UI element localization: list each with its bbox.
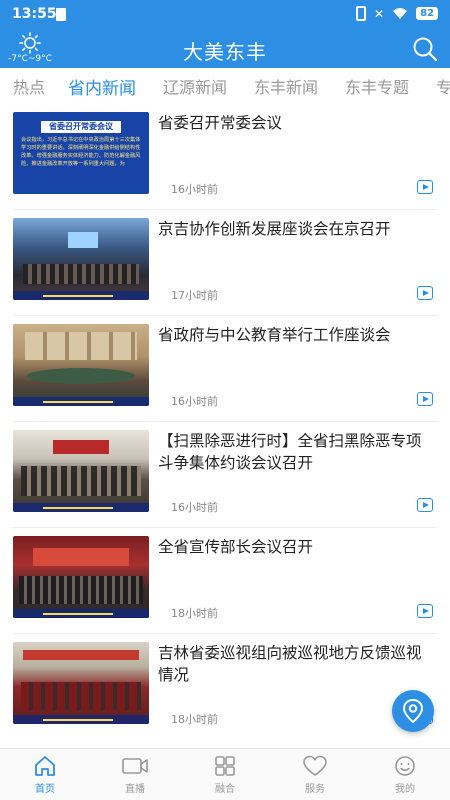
tab-hot[interactable]: 热点 <box>13 74 45 98</box>
video-play-icon <box>417 286 433 300</box>
news-item[interactable]: 吉林省委巡视组向被巡视地方反馈巡视情况 18小时前 <box>0 634 450 740</box>
video-play-icon <box>417 180 433 194</box>
news-item[interactable]: 【扫黑除恶进行时】全省扫黑除恶专项斗争集体约谈会议召开 16小时前 <box>0 422 450 528</box>
bottom-navigation: 首页 直播 融合 服务 我的 <box>0 748 450 800</box>
app-title: 大美东丰 <box>183 40 267 64</box>
battery-icon: 82 <box>416 7 438 20</box>
search-icon[interactable] <box>412 36 438 62</box>
thumb-text: 会议指出，习近平总书记在中央政治局第十三次集体学习时的重要讲话，深刻阐明深化金融… <box>21 137 141 167</box>
news-thumbnail <box>13 324 149 406</box>
news-headline: 省委召开常委会议 <box>158 114 283 132</box>
status-time: 13:55 <box>12 6 57 22</box>
no-signal-icon: ✕ <box>374 6 385 21</box>
nav-mine-label: 我的 <box>395 784 415 795</box>
news-thumbnail <box>13 536 149 618</box>
location-pin-icon <box>402 698 424 724</box>
news-item[interactable]: 省委召开常委会议 会议指出，习近平总书记在中央政治局第十三次集体学习时的重要讲话… <box>0 104 450 210</box>
tab-more[interactable]: 专 <box>436 74 450 98</box>
sim-icon <box>56 8 66 21</box>
nav-service-label: 服务 <box>305 784 325 795</box>
news-time: 18小时前 <box>171 713 218 726</box>
news-item[interactable]: 全省宣传部长会议召开 18小时前 <box>0 528 450 634</box>
news-headline: 省政府与中公教育举行工作座谈会 <box>158 326 391 344</box>
news-time: 17小时前 <box>171 289 218 302</box>
video-play-icon <box>417 498 433 512</box>
news-time: 16小时前 <box>171 183 218 196</box>
news-thumbnail: 省委召开常委会议 会议指出，习近平总书记在中央政治局第十三次集体学习时的重要讲话… <box>13 112 149 194</box>
news-list: 省委召开常委会议 会议指出，习近平总书记在中央政治局第十三次集体学习时的重要讲话… <box>0 104 450 748</box>
tab-dongfeng-special[interactable]: 东丰专题 <box>345 74 409 98</box>
nav-mine[interactable]: 我的 <box>375 755 435 795</box>
tab-province-news[interactable]: 省内新闻 <box>68 74 136 99</box>
video-camera-icon <box>122 758 148 774</box>
tab-dongfeng-news[interactable]: 东丰新闻 <box>254 74 318 98</box>
wifi-icon <box>393 7 408 19</box>
nav-live-label: 直播 <box>125 784 145 795</box>
nav-home[interactable]: 首页 <box>15 755 75 795</box>
nav-home-label: 首页 <box>35 784 55 795</box>
home-icon <box>35 756 55 776</box>
thumb-title: 省委召开常委会议 <box>41 121 121 133</box>
category-tabs: 热点 省内新闻 辽源新闻 东丰新闻 东丰专题 专 <box>0 68 450 104</box>
news-item[interactable]: 京吉协作创新发展座谈会在京召开 17小时前 <box>0 210 450 316</box>
news-time: 16小时前 <box>171 395 218 408</box>
grid-icon <box>215 756 235 776</box>
app-header: -7°C~9°C 大美东丰 <box>0 30 450 68</box>
news-headline: 京吉协作创新发展座谈会在京召开 <box>158 220 391 238</box>
news-thumbnail <box>13 218 149 300</box>
location-button[interactable] <box>392 690 434 732</box>
news-headline: 【扫黑除恶进行时】全省扫黑除恶专项斗争集体约谈会议召开 <box>158 432 422 472</box>
video-play-icon <box>417 604 433 618</box>
nav-fusion-label: 融合 <box>215 784 235 795</box>
news-thumbnail <box>13 430 149 512</box>
nav-fusion[interactable]: 融合 <box>195 755 255 795</box>
news-thumbnail <box>13 642 149 724</box>
heart-icon <box>303 755 327 776</box>
news-headline: 全省宣传部长会议召开 <box>158 538 314 556</box>
tab-liaoyuan-news[interactable]: 辽源新闻 <box>163 74 227 98</box>
news-time: 18小时前 <box>171 607 218 620</box>
news-time: 16小时前 <box>171 501 218 514</box>
news-headline: 吉林省委巡视组向被巡视地方反馈巡视情况 <box>158 644 422 684</box>
nav-live[interactable]: 直播 <box>105 755 165 795</box>
news-item[interactable]: 省政府与中公教育举行工作座谈会 16小时前 <box>0 316 450 422</box>
smiley-icon <box>395 756 415 776</box>
nav-service[interactable]: 服务 <box>285 755 345 795</box>
status-bar: 13:55 ✕ 82 <box>0 0 450 30</box>
vibrate-icon <box>356 6 367 21</box>
status-icons: ✕ 82 <box>356 6 438 21</box>
video-play-icon <box>417 392 433 406</box>
